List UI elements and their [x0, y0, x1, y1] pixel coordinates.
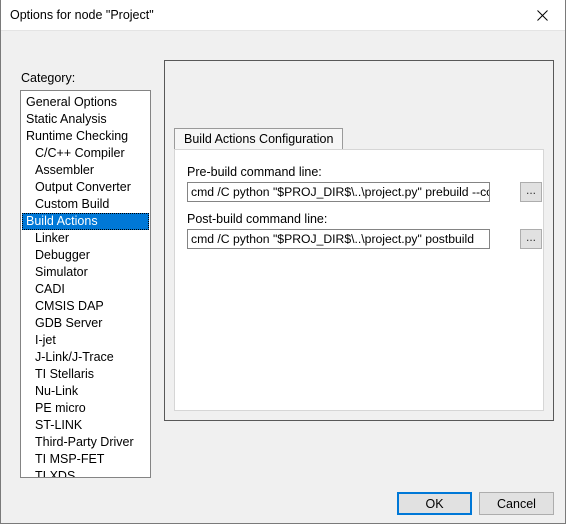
- category-item[interactable]: TI XDS: [21, 468, 150, 477]
- category-item[interactable]: Runtime Checking: [21, 128, 150, 145]
- category-item[interactable]: TI MSP-FET: [21, 451, 150, 468]
- category-item[interactable]: ST-LINK: [21, 417, 150, 434]
- postbuild-label: Post-build command line:: [187, 212, 328, 226]
- title-bar: Options for node "Project": [1, 0, 565, 31]
- category-item[interactable]: GDB Server: [21, 315, 150, 332]
- settings-panel: Build Actions Configuration Pre-build co…: [164, 60, 554, 421]
- category-item[interactable]: TI Stellaris: [21, 366, 150, 383]
- window-title: Options for node "Project": [10, 8, 154, 22]
- postbuild-browse-button[interactable]: ...: [520, 229, 542, 249]
- close-icon[interactable]: [520, 0, 565, 30]
- category-item[interactable]: CADI: [21, 281, 150, 298]
- category-item[interactable]: General Options: [21, 94, 150, 111]
- tab-build-actions-configuration[interactable]: Build Actions Configuration: [174, 128, 344, 150]
- category-item[interactable]: Simulator: [21, 264, 150, 281]
- category-item[interactable]: C/C++ Compiler: [21, 145, 150, 162]
- category-item[interactable]: Debugger: [21, 247, 150, 264]
- category-item[interactable]: Custom Build: [21, 196, 150, 213]
- category-item[interactable]: Third-Party Driver: [21, 434, 150, 451]
- prebuild-command-input[interactable]: cmd /C python "$PROJ_DIR$\..\project.py"…: [187, 182, 490, 202]
- category-item[interactable]: J-Link/J-Trace: [21, 349, 150, 366]
- category-list[interactable]: General Options Static Analysis Runtime Ch…: [20, 90, 151, 478]
- ok-button[interactable]: OK: [397, 492, 472, 515]
- tab-page-build-actions: Pre-build command line: cmd /C python "$…: [174, 149, 544, 411]
- cancel-button[interactable]: Cancel: [479, 492, 554, 515]
- prebuild-label: Pre-build command line:: [187, 165, 322, 179]
- prebuild-browse-button[interactable]: ...: [520, 182, 542, 202]
- options-dialog: Options for node "Project" Category: Gen…: [0, 0, 566, 524]
- category-item[interactable]: Nu-Link: [21, 383, 150, 400]
- category-item[interactable]: PE micro: [21, 400, 150, 417]
- category-item[interactable]: Build Actions: [22, 213, 149, 230]
- category-item[interactable]: Static Analysis: [21, 111, 150, 128]
- category-label: Category:: [21, 71, 76, 85]
- category-item[interactable]: I-jet: [21, 332, 150, 349]
- category-item[interactable]: Linker: [21, 230, 150, 247]
- category-item[interactable]: Assembler: [21, 162, 150, 179]
- category-item[interactable]: CMSIS DAP: [21, 298, 150, 315]
- category-item[interactable]: Output Converter: [21, 179, 150, 196]
- postbuild-command-input[interactable]: cmd /C python "$PROJ_DIR$\..\project.py"…: [187, 229, 490, 249]
